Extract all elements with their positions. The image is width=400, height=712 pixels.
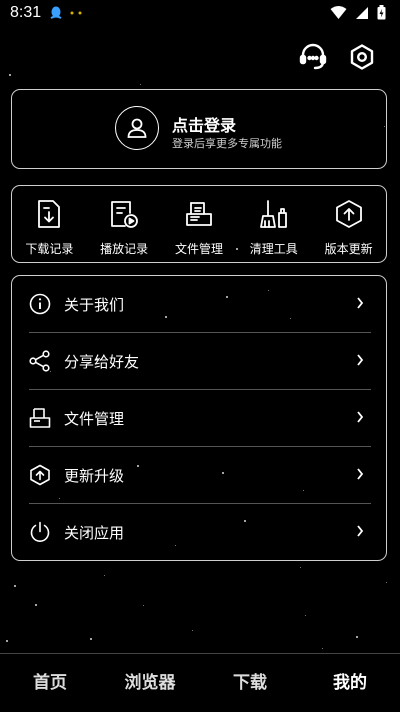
menu-item-label: 关闭应用	[64, 523, 125, 542]
tool-label: 下载记录	[25, 242, 74, 256]
tool-label: 文件管理	[174, 242, 223, 256]
version-update-icon	[335, 200, 362, 228]
menu-item-close-app[interactable]: 关闭应用	[29, 504, 371, 560]
app-notification-icon	[70, 11, 82, 15]
nav-tab-download[interactable]: 下载	[200, 654, 300, 712]
nav-tab-mine[interactable]: 我的	[300, 654, 400, 712]
wifi-icon	[330, 5, 347, 19]
menu-item-file-manager[interactable]: 文件管理	[29, 390, 371, 446]
battery-icon	[377, 5, 386, 20]
download-record-icon	[38, 200, 61, 228]
power-icon	[29, 521, 51, 543]
chevron-right-icon	[357, 354, 364, 366]
clean-tool-icon	[259, 200, 287, 228]
menu-item-label: 关于我们	[64, 295, 125, 314]
tool-version-update[interactable]: 版本更新	[314, 198, 384, 257]
chevron-right-icon	[357, 297, 364, 309]
tools-card: 下载记录 播放记录 文件管理 清理工具 版本更新	[11, 185, 387, 263]
nav-tab-home[interactable]: 首页	[0, 654, 100, 712]
chevron-right-icon	[357, 468, 364, 480]
chevron-right-icon	[357, 525, 364, 537]
play-record-icon	[111, 201, 139, 228]
menu-item-about[interactable]: 关于我们	[29, 276, 371, 332]
status-notification-icons	[50, 6, 84, 20]
status-bar: 8:31	[0, 0, 400, 28]
bottom-nav: 首页 浏览器 下载 我的	[0, 653, 400, 712]
settings-icon[interactable]	[345, 40, 379, 74]
chevron-right-icon	[357, 411, 364, 423]
tool-clean-tool[interactable]: 清理工具	[239, 198, 309, 257]
menu-item-label: 更新升级	[64, 466, 125, 485]
menu-card: 关于我们 分享给好友 文件管理 更新升级 关闭应用	[11, 275, 387, 561]
tool-label: 播放记录	[100, 242, 149, 256]
info-icon	[29, 293, 51, 315]
status-time: 8:31	[10, 4, 42, 21]
signal-icon	[356, 6, 368, 19]
avatar[interactable]	[115, 106, 159, 150]
file-manager-icon	[29, 407, 51, 429]
tool-file-manager[interactable]: 文件管理	[164, 198, 234, 257]
menu-item-label: 文件管理	[64, 409, 125, 428]
share-icon	[29, 350, 51, 372]
status-system-icons	[330, 5, 386, 20]
menu-item-share[interactable]: 分享给好友	[29, 333, 371, 389]
login-title[interactable]: 点击登录	[172, 112, 236, 136]
login-card[interactable]: 点击登录 登录后享更多专属功能	[11, 89, 387, 169]
qq-icon	[50, 6, 62, 19]
nav-tab-browser[interactable]: 浏览器	[100, 654, 200, 712]
tool-label: 清理工具	[249, 242, 298, 256]
menu-item-label: 分享给好友	[64, 352, 140, 371]
customer-service-icon[interactable]	[296, 40, 330, 74]
file-manager-icon	[186, 202, 212, 226]
tool-play-record[interactable]: 播放记录	[89, 198, 159, 257]
tool-download-record[interactable]: 下载记录	[14, 198, 84, 257]
user-icon	[127, 118, 147, 138]
login-subtitle: 登录后享更多专属功能	[172, 137, 282, 150]
menu-item-upgrade[interactable]: 更新升级	[29, 447, 371, 503]
upgrade-icon	[29, 464, 51, 486]
tool-label: 版本更新	[324, 242, 373, 256]
